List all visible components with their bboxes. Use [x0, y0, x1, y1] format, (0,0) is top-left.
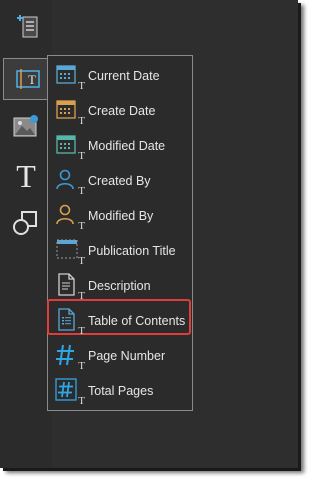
menu-item-label: Modified Date	[88, 138, 166, 153]
insert-fields-button[interactable]	[8, 8, 50, 44]
document-icon: T	[54, 271, 85, 302]
shape-tool-button[interactable]	[5, 205, 47, 241]
menu-item-publication-title[interactable]: T Publication Title	[48, 233, 192, 268]
insert-toolbar: T T	[0, 0, 52, 468]
editor-panel: T T T Current Date T Create Date T Modif…	[0, 0, 298, 468]
menu-item-label: Created By	[88, 173, 151, 188]
t-glyph: T	[78, 184, 85, 197]
person-icon: T	[54, 166, 85, 197]
menu-item-create-date[interactable]: T Create Date	[48, 93, 192, 128]
menu-item-table-of-contents[interactable]: T Table of Contents	[48, 303, 192, 338]
menu-item-label: Modified By	[88, 208, 154, 223]
svg-text:T: T	[28, 72, 36, 87]
title-frame-icon: T	[54, 236, 85, 267]
menu-item-label: Create Date	[88, 103, 156, 118]
t-glyph: T	[78, 394, 85, 407]
menu-item-label: Total Pages	[88, 383, 154, 398]
calendar-icon: T	[54, 131, 85, 162]
text-field-tool-button[interactable]: T	[3, 58, 52, 100]
calendar-icon: T	[54, 61, 85, 92]
menu-item-label: Description	[88, 278, 151, 293]
menu-item-page-number[interactable]: T Page Number	[48, 338, 192, 373]
boxed-hash-icon: T	[54, 376, 85, 407]
t-glyph: T	[78, 289, 85, 302]
text-tool-glyph: T	[16, 157, 36, 194]
menu-item-label: Current Date	[88, 68, 160, 83]
t-glyph: T	[78, 79, 85, 92]
t-glyph: T	[78, 114, 85, 127]
menu-item-modified-date[interactable]: T Modified Date	[48, 128, 192, 163]
t-glyph: T	[78, 254, 85, 267]
menu-item-label: Page Number	[88, 348, 166, 363]
hash-icon: T	[54, 341, 85, 372]
list-document-icon: T	[54, 306, 85, 337]
image-icon	[13, 115, 38, 137]
image-tool-button[interactable]	[5, 108, 47, 144]
menu-item-current-date[interactable]: T Current Date	[48, 58, 192, 93]
insert-fields-icon	[17, 15, 38, 38]
menu-item-created-by[interactable]: T Created By	[48, 163, 192, 198]
t-glyph: T	[78, 324, 85, 337]
menu-item-modified-by[interactable]: T Modified By	[48, 198, 192, 233]
person-icon: T	[54, 201, 85, 232]
calendar-icon: T	[54, 96, 85, 127]
text-field-icon: T	[16, 69, 40, 89]
menu-item-description[interactable]: T Description	[48, 268, 192, 303]
menu-item-total-pages[interactable]: T Total Pages	[48, 373, 192, 408]
text-tool-button[interactable]: T	[5, 158, 47, 194]
menu-item-label: Publication Title	[88, 243, 176, 258]
menu-item-label: Table of Contents	[88, 313, 186, 328]
field-dropdown-menu: T Current Date T Create Date T Modified …	[47, 55, 193, 411]
shape-icon	[13, 211, 37, 235]
t-glyph: T	[78, 359, 85, 372]
t-glyph: T	[78, 149, 85, 162]
t-glyph: T	[78, 219, 85, 232]
